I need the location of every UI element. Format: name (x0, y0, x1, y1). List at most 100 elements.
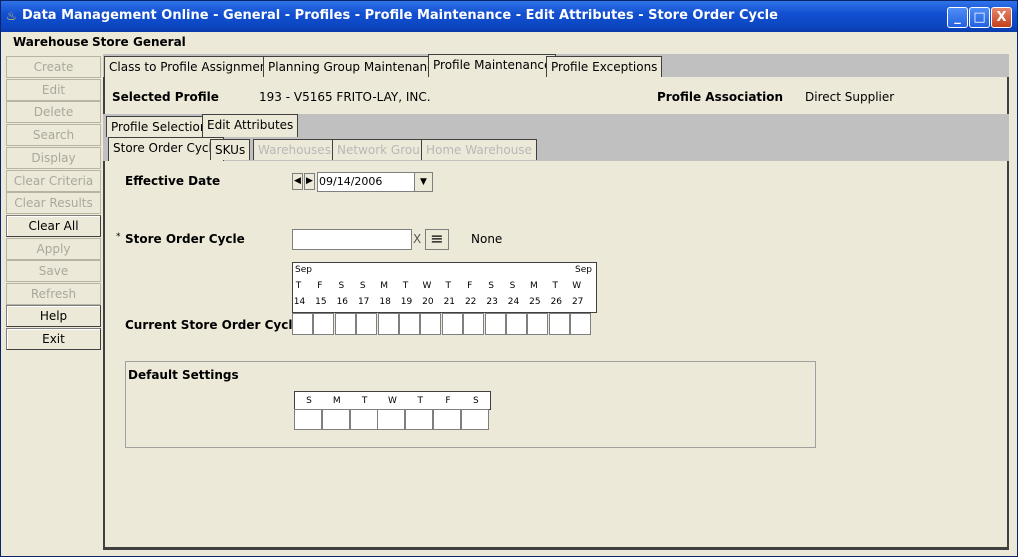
calendar-day: 20 (422, 297, 434, 307)
attribute-tab-row: Store Order Cycle SKUs Warehouses Networ… (103, 137, 1009, 161)
tab-profile-maintenance[interactable]: Profile Maintenance (428, 54, 557, 77)
title-bar[interactable]: ♨ Data Management Online - General - Pro… (1, 1, 1017, 32)
cycle-day-cell[interactable] (441, 313, 463, 335)
left-arrow-icon: ◀ (294, 176, 301, 186)
clear-criteria-button[interactable]: Clear Criteria (6, 170, 101, 192)
tab-class-to-profile-assignment[interactable]: Class to Profile Assignment (104, 56, 278, 77)
calendar-day: 14 (293, 297, 306, 307)
tab-store-order-cycle[interactable]: Store Order Cycle (108, 137, 225, 161)
menu-general[interactable]: General (133, 35, 186, 49)
refresh-button[interactable]: Refresh (6, 283, 101, 305)
tab-profile-selection[interactable]: Profile Selection (106, 116, 213, 137)
clear-results-button[interactable]: Clear Results (6, 192, 101, 214)
tab-home-warehouse[interactable]: Home Warehouse (421, 139, 537, 160)
tab-warehouses[interactable]: Warehouses (253, 139, 336, 160)
cycle-day-cell[interactable] (570, 313, 592, 335)
calendar-weekday: T (552, 281, 559, 291)
store-order-cycle-label: Store Order Cycle (125, 232, 245, 246)
menu-bar: Warehouse Store General (1, 32, 1017, 52)
store-order-cycle-input[interactable] (292, 229, 412, 250)
tab-skus[interactable]: SKUs (210, 139, 251, 160)
tab-profile-exceptions[interactable]: Profile Exceptions (546, 56, 663, 77)
selected-profile-label: Selected Profile (112, 90, 219, 104)
default-day-cell[interactable] (460, 409, 489, 430)
calendar-weekday: W (572, 281, 582, 291)
edit-button[interactable]: Edit (6, 79, 101, 101)
default-day-cell[interactable] (321, 409, 350, 430)
minimize-button[interactable]: _ (947, 7, 968, 28)
default-weekday: S (472, 396, 479, 406)
calendar-weekday: M (530, 281, 538, 291)
cycle-day-cell[interactable] (463, 313, 485, 335)
menu-store[interactable]: Store (92, 35, 129, 49)
menu-warehouse[interactable]: Warehouse (13, 35, 89, 49)
effective-date-value: 09/14/2006 (319, 175, 383, 188)
required-marker: * (116, 232, 121, 242)
cycle-day-cell[interactable] (292, 313, 313, 335)
calendar-weekday: T (402, 281, 409, 291)
calendar-weekday: W (422, 281, 432, 291)
month-label-left: Sep (295, 265, 312, 275)
default-weekday-header: SMTWTFS (294, 391, 491, 410)
cycle-day-cell[interactable] (506, 313, 527, 335)
selected-profile-value: 193 - V5165 FRITO-LAY, INC. (259, 90, 431, 104)
default-settings-label: Default Settings (128, 368, 239, 382)
list-icon: ≡ (430, 229, 444, 248)
cycle-day-cell[interactable] (527, 313, 549, 335)
calendar-day: 15 (315, 297, 327, 307)
calendar-day: 26 (550, 297, 563, 307)
search-button[interactable]: Search (6, 124, 101, 146)
default-day-cell[interactable] (377, 409, 406, 430)
effective-date-field[interactable]: 09/14/2006 ▼ (317, 172, 433, 192)
window-title: Data Management Online - General - Profi… (22, 8, 778, 23)
cycle-day-cell[interactable] (356, 313, 378, 335)
calendar-weekday: S (509, 281, 516, 291)
application-window: ♨ Data Management Online - General - Pro… (0, 0, 1018, 557)
date-dropdown-button[interactable]: ▼ (414, 173, 432, 191)
default-day-cell[interactable] (349, 409, 378, 430)
cycle-day-cell[interactable] (399, 313, 420, 335)
calendar-day: 27 (571, 297, 584, 307)
default-weekday: W (387, 396, 397, 406)
default-day-cell[interactable] (433, 409, 461, 430)
effective-date-label: Effective Date (125, 174, 221, 188)
tab-edit-attributes[interactable]: Edit Attributes (202, 114, 299, 137)
month-label-right: Sep (575, 265, 592, 275)
right-arrow-icon: ▶ (306, 176, 313, 186)
default-day-cell[interactable] (405, 409, 434, 430)
cycle-day-cell[interactable] (484, 313, 506, 335)
tab-planning-group-maintenance[interactable]: Planning Group Maintenance (263, 56, 447, 77)
next-date-button[interactable]: ▶ (304, 173, 315, 190)
sub-tab-row: Profile Selection Edit Attributes (103, 114, 1009, 137)
profile-association-value: Direct Supplier (805, 90, 895, 104)
clear-all-button[interactable]: Clear All (6, 215, 101, 237)
top-tab-row: Class to Profile Assignment Planning Gro… (103, 54, 1009, 77)
cycle-day-cell[interactable] (420, 313, 442, 335)
default-weekday: S (306, 396, 312, 406)
tab-network-group[interactable]: Network Group (332, 139, 433, 160)
create-button[interactable]: Create (6, 56, 101, 78)
default-day-cell[interactable] (294, 409, 322, 430)
cycle-day-cell[interactable] (313, 313, 335, 335)
apply-button[interactable]: Apply (6, 238, 101, 260)
calendar-day: 18 (379, 297, 391, 307)
clear-field-icon[interactable]: X (413, 232, 421, 246)
calendar-day: 22 (464, 297, 477, 307)
maximize-button[interactable]: □ (969, 7, 990, 28)
cycle-day-cell[interactable] (377, 313, 399, 335)
default-weekday: F (445, 396, 451, 406)
calendar-day: 19 (400, 297, 413, 307)
help-button[interactable]: Help (6, 305, 101, 327)
display-button[interactable]: Display (6, 147, 101, 169)
cycle-day-cell[interactable] (548, 313, 570, 335)
current-store-order-cycle-label: Current Store Order Cycle (125, 318, 301, 332)
lookup-list-button[interactable]: ≡ (425, 229, 449, 250)
exit-button[interactable]: Exit (6, 328, 101, 350)
close-button[interactable]: X (991, 7, 1012, 28)
calendar-day: 23 (486, 297, 498, 307)
previous-date-button[interactable]: ◀ (292, 173, 303, 190)
cycle-day-cell[interactable] (334, 313, 356, 335)
save-button[interactable]: Save (6, 260, 101, 282)
calendar-day: 21 (443, 297, 456, 307)
delete-button[interactable]: Delete (6, 101, 101, 123)
